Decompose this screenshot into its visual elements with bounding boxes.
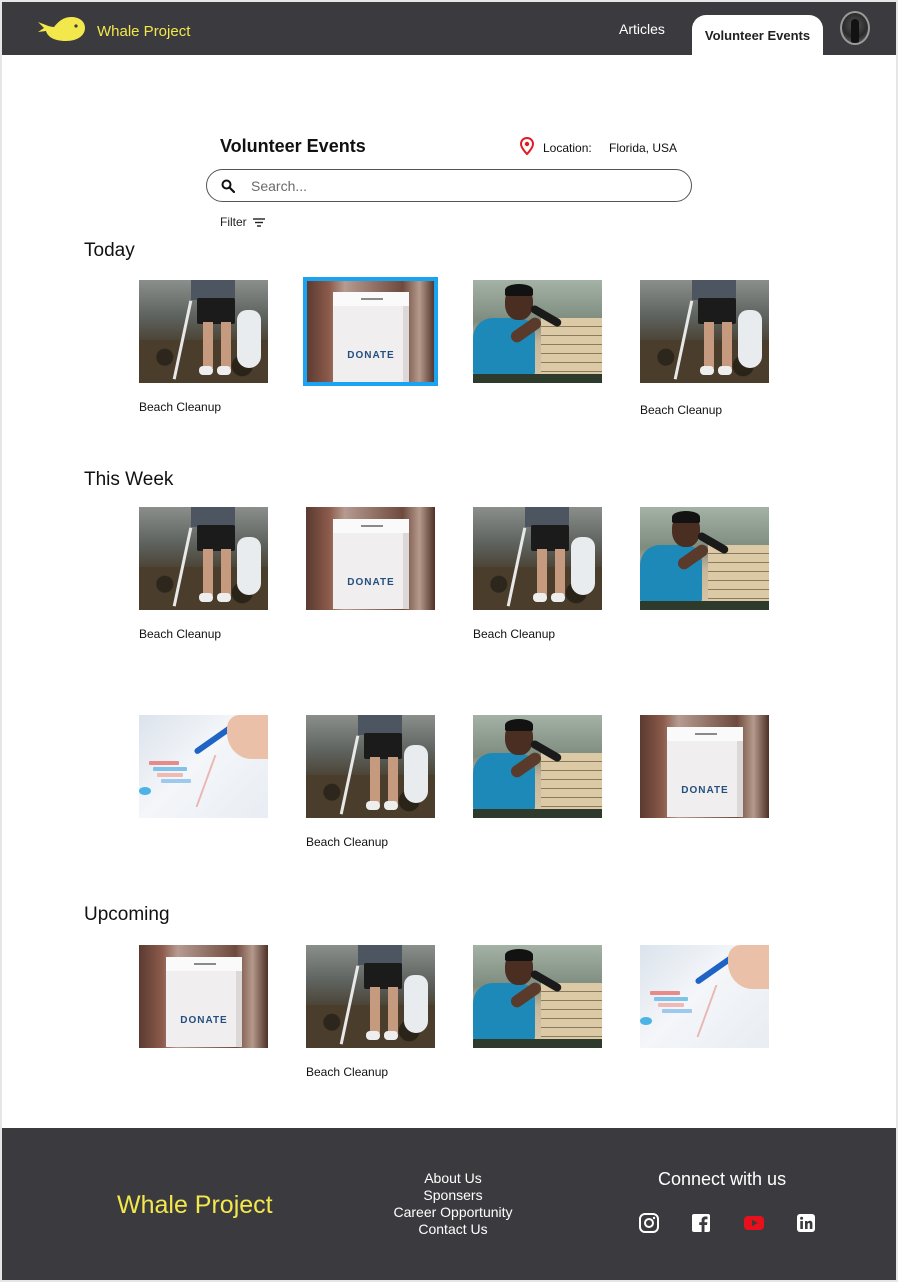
donate-box-text: DONATE: [347, 577, 395, 588]
event-card-caption: Beach Cleanup: [139, 400, 222, 414]
event-card[interactable]: Beach Cleanup: [306, 945, 435, 1079]
location-value[interactable]: Florida, USA: [609, 141, 677, 155]
beach-cleanup-image: [640, 280, 769, 383]
event-card[interactable]: DONATE: [640, 715, 769, 818]
event-card[interactable]: [473, 715, 602, 818]
filter-button[interactable]: Filter: [220, 215, 265, 229]
event-card[interactable]: Beach Cleanup: [139, 280, 268, 414]
footer-link-sponsers[interactable]: Sponsers: [372, 1187, 534, 1204]
filter-icon: [252, 217, 265, 227]
event-card[interactable]: [473, 280, 602, 383]
event-card[interactable]: [473, 945, 602, 1048]
donate-box-text: DONATE: [180, 1015, 228, 1026]
donate-box-text: DONATE: [681, 785, 729, 796]
footer-link-career-opportunity[interactable]: Career Opportunity: [372, 1204, 534, 1221]
donate-box-image: DONATE: [306, 507, 435, 610]
user-avatar[interactable]: [840, 11, 870, 45]
event-card-caption: Beach Cleanup: [640, 403, 723, 417]
top-navigation-bar: Whale Project Articles Volunteer Events: [2, 2, 896, 56]
filter-label: Filter: [220, 215, 247, 229]
microphone-speaker-image: [640, 507, 769, 610]
event-card[interactable]: DONATE: [139, 945, 268, 1048]
event-card[interactable]: DONATE: [306, 507, 435, 610]
footer-link-about-us[interactable]: About Us: [372, 1170, 534, 1187]
beach-cleanup-image: [139, 507, 268, 610]
search-bar[interactable]: [206, 169, 692, 202]
donate-box-image: DONATE: [303, 277, 438, 386]
beach-cleanup-image: [306, 945, 435, 1048]
section-title-upcoming: Upcoming: [84, 904, 170, 925]
event-card[interactable]: Beach Cleanup: [473, 507, 602, 641]
beach-cleanup-image: [306, 715, 435, 818]
footer: Whale Project About Us Sponsers Career O…: [2, 1128, 896, 1280]
event-card[interactable]: Beach Cleanup: [139, 507, 268, 641]
footer-brand[interactable]: Whale Project: [117, 1191, 273, 1220]
event-card-caption: Beach Cleanup: [306, 1065, 389, 1079]
microphone-speaker-image: [473, 280, 602, 383]
chart-analysis-image: [640, 945, 769, 1048]
location-pin-icon: [520, 137, 534, 155]
donate-box-image: DONATE: [139, 945, 268, 1048]
instagram-icon[interactable]: [638, 1212, 660, 1234]
donate-box-text: DONATE: [347, 350, 395, 361]
page: Whale Project Articles Volunteer Events …: [2, 2, 896, 1280]
event-card-caption: Beach Cleanup: [139, 627, 222, 641]
section-title-today: Today: [84, 240, 135, 261]
event-card-caption: Beach Cleanup: [473, 627, 556, 641]
event-card[interactable]: Beach Cleanup: [640, 280, 769, 417]
nav-articles[interactable]: Articles: [619, 21, 665, 37]
beach-cleanup-image: [473, 507, 602, 610]
search-input[interactable]: [251, 175, 671, 197]
youtube-icon[interactable]: [743, 1212, 765, 1234]
footer-link-contact-us[interactable]: Contact Us: [372, 1221, 534, 1238]
location-label: Location:: [543, 141, 592, 155]
donate-box-image: DONATE: [640, 715, 769, 818]
event-card[interactable]: [640, 945, 769, 1048]
nav-volunteer-events[interactable]: Volunteer Events: [692, 15, 823, 56]
brand-name[interactable]: Whale Project: [97, 23, 190, 40]
page-title: Volunteer Events: [220, 136, 366, 156]
search-icon: [221, 179, 235, 193]
linkedin-icon[interactable]: [795, 1212, 817, 1234]
whale-logo-icon[interactable]: [36, 16, 86, 42]
microphone-speaker-image: [473, 715, 602, 818]
beach-cleanup-image: [139, 280, 268, 383]
facebook-icon[interactable]: [690, 1212, 712, 1234]
event-card[interactable]: [139, 715, 268, 818]
event-card[interactable]: DONATE: [303, 277, 438, 386]
connect-title: Connect with us: [658, 1169, 787, 1189]
event-card-caption: Beach Cleanup: [306, 835, 389, 849]
event-card[interactable]: Beach Cleanup: [306, 715, 435, 849]
event-card[interactable]: [640, 507, 769, 610]
footer-links: About Us Sponsers Career Opportunity Con…: [372, 1170, 534, 1238]
microphone-speaker-image: [473, 945, 602, 1048]
chart-analysis-image: [139, 715, 268, 818]
section-title-this-week: This Week: [84, 469, 174, 490]
